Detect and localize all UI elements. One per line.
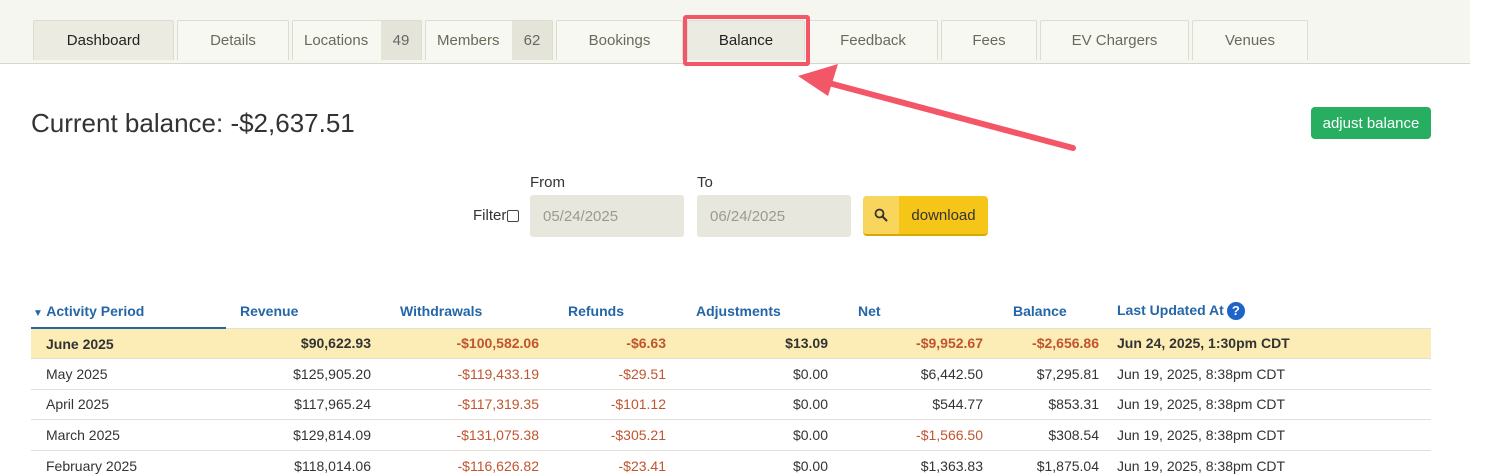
cell-period: May 2025 bbox=[31, 358, 226, 389]
cell-updated: Jun 19, 2025, 8:38pm CDT bbox=[1099, 419, 1431, 450]
cell-balance: -$2,656.86 bbox=[983, 327, 1099, 359]
tab-details[interactable]: Details bbox=[177, 20, 289, 60]
cell-revenue: $125,905.20 bbox=[226, 358, 371, 389]
cell-net: $6,442.50 bbox=[828, 358, 983, 389]
col-refunds[interactable]: Refunds bbox=[539, 294, 666, 328]
filter-label: Filter bbox=[473, 207, 507, 224]
tab-label: EV Chargers bbox=[1071, 32, 1158, 49]
table-row: February 2025 $118,014.06 -$116,626.82 -… bbox=[31, 449, 1431, 476]
cell-net: $1,363.83 bbox=[828, 449, 983, 476]
page-title: Current balance: -$2,637.51 bbox=[31, 108, 355, 138]
tab-bookings[interactable]: Bookings bbox=[556, 20, 683, 60]
col-last-updated[interactable]: Last Updated At? bbox=[1099, 294, 1431, 328]
cell-refunds: -$29.51 bbox=[539, 358, 666, 389]
balance-table: ▼ Activity Period Revenue Withdrawals Re… bbox=[31, 294, 1431, 476]
adjust-balance-button[interactable]: adjust balance bbox=[1311, 107, 1431, 139]
cell-withdrawals: -$100,582.06 bbox=[371, 327, 539, 359]
tab-label: Fees bbox=[972, 32, 1006, 49]
cell-adjustments: $0.00 bbox=[666, 358, 828, 389]
cell-net: -$9,952.67 bbox=[828, 327, 983, 359]
cell-revenue: $129,814.09 bbox=[226, 419, 371, 450]
header-label: Activity Period bbox=[46, 302, 145, 319]
cell-adjustments: $0.00 bbox=[666, 419, 828, 450]
cell-balance: $1,875.04 bbox=[983, 449, 1099, 476]
table-row: May 2025 $125,905.20 -$119,433.19 -$29.5… bbox=[31, 358, 1431, 389]
tab-fees[interactable]: Fees bbox=[941, 20, 1037, 60]
cell-balance: $7,295.81 bbox=[983, 358, 1099, 389]
tab-feedback[interactable]: Feedback bbox=[808, 20, 938, 60]
table-row: March 2025 $129,814.09 -$131,075.38 -$30… bbox=[31, 419, 1431, 450]
cell-updated: Jun 19, 2025, 8:38pm CDT bbox=[1099, 358, 1431, 389]
tab-label: Venues bbox=[1224, 32, 1276, 49]
download-button[interactable]: download bbox=[863, 196, 988, 236]
cell-net: -$1,566.50 bbox=[828, 419, 983, 450]
cell-refunds: -$6.63 bbox=[539, 327, 666, 359]
cell-withdrawals: -$119,433.19 bbox=[371, 358, 539, 389]
cell-balance: $308.54 bbox=[983, 419, 1099, 450]
header-label: Last Updated At bbox=[1117, 301, 1224, 318]
col-withdrawals[interactable]: Withdrawals bbox=[371, 294, 539, 328]
cell-withdrawals: -$116,626.82 bbox=[371, 449, 539, 476]
cell-period: June 2025 bbox=[31, 327, 226, 359]
tab-ev-chargers[interactable]: EV Chargers bbox=[1040, 20, 1189, 60]
search-icon bbox=[863, 196, 899, 234]
cell-updated: Jun 19, 2025, 8:38pm CDT bbox=[1099, 388, 1431, 420]
tab-label: Dashboard bbox=[66, 32, 141, 49]
cell-period: March 2025 bbox=[31, 419, 226, 450]
tab-label: Bookings bbox=[588, 32, 651, 49]
tab-count-badge: 49 bbox=[381, 21, 421, 60]
col-balance[interactable]: Balance bbox=[983, 294, 1099, 328]
col-adjustments[interactable]: Adjustments bbox=[666, 294, 828, 328]
filter-checkbox[interactable] bbox=[507, 209, 520, 222]
balance-tab-highlight bbox=[683, 15, 810, 66]
col-net[interactable]: Net bbox=[828, 294, 983, 328]
tab-locations[interactable]: Locations 49 bbox=[292, 20, 422, 60]
tab-count-badge: 62 bbox=[512, 21, 552, 60]
cell-withdrawals: -$131,075.38 bbox=[371, 419, 539, 450]
cell-refunds: -$305.21 bbox=[539, 419, 666, 450]
cell-adjustments: $0.00 bbox=[666, 388, 828, 420]
cell-period: April 2025 bbox=[31, 388, 226, 420]
col-activity-period[interactable]: ▼ Activity Period bbox=[31, 294, 226, 329]
tab-label: Members bbox=[437, 32, 500, 49]
tab-label: Feedback bbox=[840, 32, 906, 49]
tab-label: Details bbox=[210, 32, 256, 49]
download-label: download bbox=[911, 206, 976, 224]
cell-updated: Jun 19, 2025, 8:38pm CDT bbox=[1099, 449, 1431, 476]
tab-dashboard[interactable]: Dashboard bbox=[33, 20, 174, 60]
filter-toggle[interactable]: Filter bbox=[473, 207, 520, 224]
help-icon[interactable]: ? bbox=[1226, 301, 1245, 320]
cell-adjustments: $13.09 bbox=[666, 327, 828, 359]
tab-label: Locations bbox=[304, 32, 369, 49]
sort-chevron-down-icon: ▼ bbox=[33, 307, 43, 319]
cell-updated: Jun 24, 2025, 1:30pm CDT bbox=[1099, 327, 1431, 359]
col-revenue[interactable]: Revenue bbox=[226, 294, 371, 328]
cell-refunds: -$101.12 bbox=[539, 388, 666, 420]
from-label: From bbox=[530, 174, 565, 191]
to-date-input[interactable]: 06/24/2025 bbox=[697, 195, 851, 237]
cell-revenue: $117,965.24 bbox=[226, 388, 371, 420]
table-header-row: ▼ Activity Period Revenue Withdrawals Re… bbox=[31, 294, 1431, 329]
table-row: June 2025 $90,622.93 -$100,582.06 -$6.63… bbox=[31, 327, 1431, 359]
annotation-arrow-icon bbox=[798, 64, 1076, 151]
cell-refunds: -$23.41 bbox=[539, 449, 666, 476]
cell-net: $544.77 bbox=[828, 388, 983, 420]
cell-revenue: $90,622.93 bbox=[226, 327, 371, 359]
tab-venues[interactable]: Venues bbox=[1192, 20, 1308, 60]
table-row: April 2025 $117,965.24 -$117,319.35 -$10… bbox=[31, 388, 1431, 420]
cell-revenue: $118,014.06 bbox=[226, 449, 371, 476]
cell-period: February 2025 bbox=[31, 449, 226, 476]
cell-withdrawals: -$117,319.35 bbox=[371, 388, 539, 420]
cell-adjustments: $0.00 bbox=[666, 449, 828, 476]
to-label: To bbox=[697, 174, 713, 191]
cell-balance: $853.31 bbox=[983, 388, 1099, 420]
tab-members[interactable]: Members 62 bbox=[425, 20, 553, 60]
from-date-input[interactable]: 05/24/2025 bbox=[530, 195, 684, 237]
